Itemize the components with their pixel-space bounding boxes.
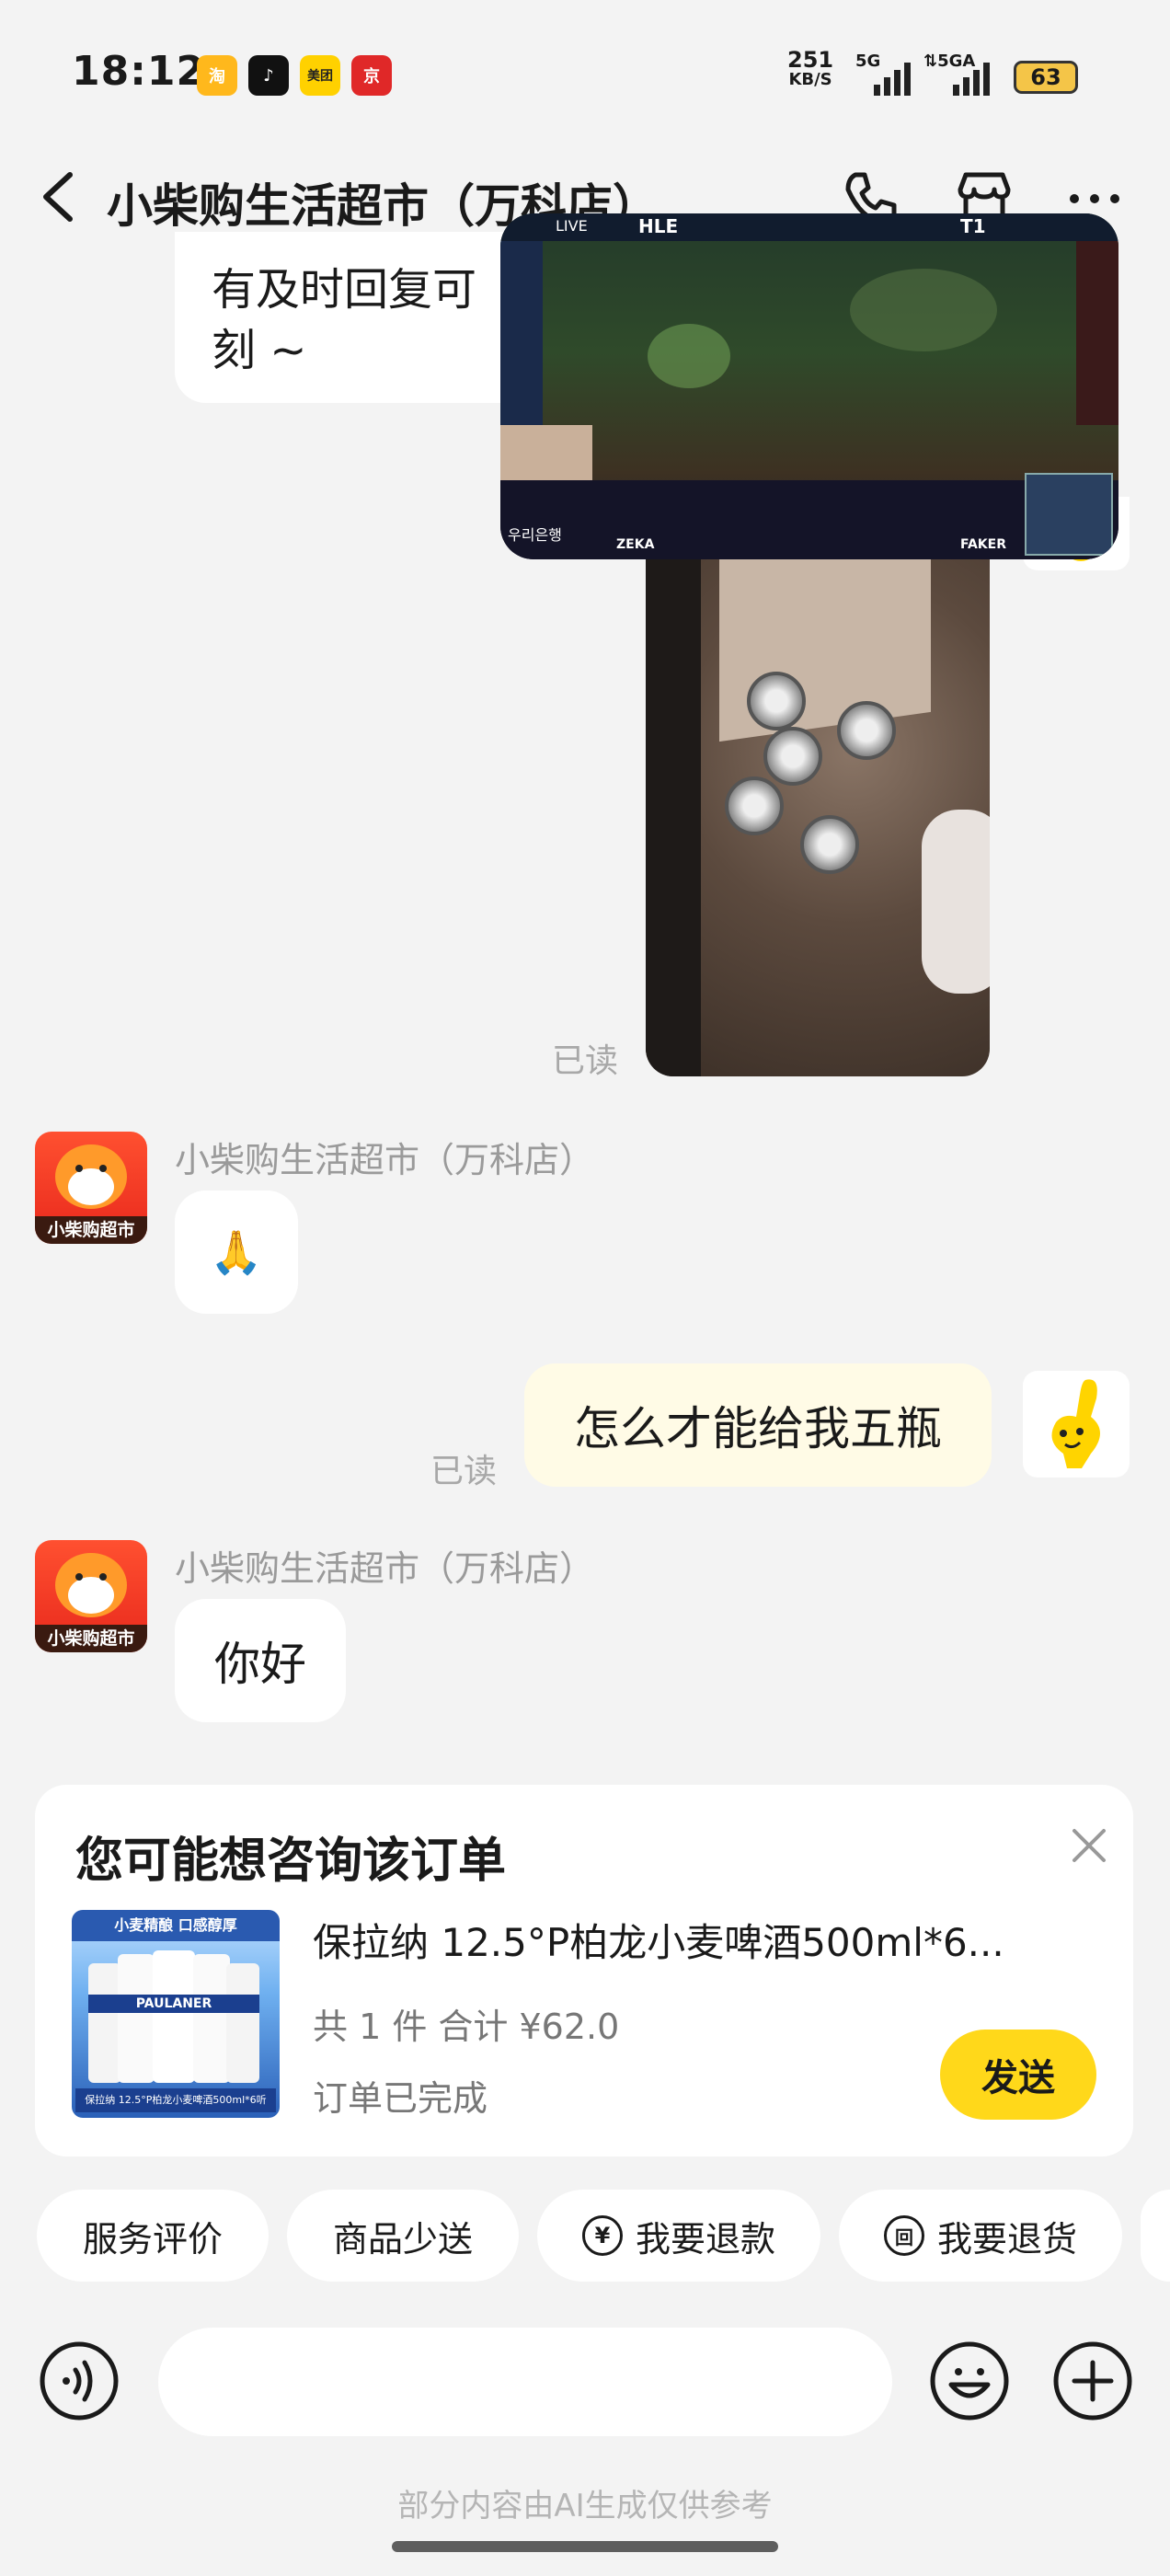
battery-indicator: 63 [1014, 61, 1078, 94]
team-left: HLE [638, 215, 679, 237]
user-message-bubble: 怎么才能给我五瓶 [524, 1363, 992, 1487]
chip-label: 我要退款 [635, 2218, 775, 2260]
thumb-banner: 小麦精酿 口感醇厚 [72, 1910, 280, 1941]
message-text: 你好 [214, 1638, 306, 1691]
home-indicator[interactable] [392, 2541, 778, 2552]
meituan-app-icon: 美团 [300, 55, 340, 96]
yuan-icon: ¥ [581, 2215, 623, 2256]
signal-5g-icon: 5G [855, 52, 914, 96]
shop-avatar[interactable]: 小柴购超市 [35, 1132, 147, 1244]
ai-disclaimer: 部分内容由AI生成仅供参考 [397, 2488, 773, 2524]
chip-more-partial[interactable] [1141, 2190, 1170, 2282]
chip-label: 我要退货 [936, 2218, 1077, 2260]
floating-video-player[interactable]: LIVE HLE T1 우리은행 ZEKA FAKER [500, 213, 1118, 559]
chip-missing-items[interactable]: 商品少送 [287, 2190, 519, 2282]
player-left: ZEKA [616, 537, 655, 552]
network-speed-unit: KB/S [788, 70, 832, 89]
order-suggestion-card: 您可能想咨询该订单 小麦精酿 口感醇厚 PAULANER 保拉纳 12.5°P柏… [35, 1785, 1133, 2156]
user-photo-message[interactable] [646, 534, 990, 1076]
send-order-button[interactable]: 发送 [940, 2030, 1096, 2120]
thumb-caption: 保拉纳 12.5°P柏龙小麦啤酒500ml*6听 [75, 2088, 276, 2112]
photo-can [837, 701, 896, 760]
message-text: 有及时回复可 [212, 264, 477, 316]
product-thumbnail[interactable]: 小麦精酿 口感醇厚 PAULANER 保拉纳 12.5°P柏龙小麦啤酒500ml… [72, 1910, 280, 2118]
minimap [1025, 473, 1113, 556]
return-icon: 回 [883, 2215, 924, 2256]
network-speed: 251 KB/S [787, 47, 834, 90]
shop-message-bubble: 你好 [175, 1599, 346, 1722]
network-speed-value: 251 [787, 47, 834, 73]
order-status: 订单已完成 [313, 2078, 488, 2119]
back-arrow-icon[interactable] [35, 169, 83, 224]
pray-emoji: 🙏 [210, 1226, 263, 1277]
close-icon[interactable] [1071, 1827, 1107, 1864]
shop-avatar-label: 小柴购超市 [35, 1216, 147, 1244]
photo-can [763, 727, 822, 786]
order-summary: 共 1 件 合计 ¥62.0 [313, 2007, 620, 2047]
photo-can [800, 815, 859, 874]
card-title: 您可能想咨询该订单 [75, 1834, 507, 1889]
message-text: 怎么才能给我五瓶 [574, 1402, 942, 1455]
player-right: FAKER [960, 537, 1006, 552]
signal-5ga-icon: ⇅5GA [923, 52, 997, 96]
product-title[interactable]: 保拉纳 12.5°P柏龙小麦啤酒500ml*6... [313, 1912, 1004, 1968]
add-icon[interactable] [1052, 2340, 1133, 2421]
photo-can [725, 776, 784, 835]
team-right: T1 [960, 215, 986, 237]
emoji-icon[interactable] [929, 2340, 1010, 2421]
chip-request-refund[interactable]: ¥ 我要退款 [537, 2190, 820, 2282]
chip-request-return[interactable]: 回 我要退货 [839, 2190, 1122, 2282]
shop-avatar[interactable]: 小柴购超市 [35, 1540, 147, 1652]
scoreboard-bottom: 우리은행 ZEKA FAKER [500, 473, 1118, 559]
streamer-cam [500, 425, 592, 480]
user-avatar[interactable] [1023, 1371, 1130, 1478]
message-text: 刻 ~ [212, 325, 307, 376]
jd-app-icon: 京 [351, 55, 392, 96]
read-status: 已读 [552, 1042, 619, 1080]
chip-service-review[interactable]: 服务评价 [37, 2190, 269, 2282]
sender-name: 小柴购生活超市（万科店） [175, 1140, 595, 1180]
sender-name: 小柴购生活超市（万科店） [175, 1548, 595, 1589]
photo-bag [922, 810, 990, 994]
taobao-app-icon: 淘 [197, 55, 237, 96]
voice-input-icon[interactable] [39, 2340, 120, 2421]
read-status: 已读 [430, 1453, 498, 1490]
chip-label: 商品少送 [332, 2218, 473, 2260]
message-input[interactable] [158, 2328, 892, 2436]
photo-table-leg [646, 534, 701, 1076]
shop-avatar-label: 小柴购超市 [35, 1625, 147, 1652]
photo-can [747, 672, 806, 730]
shop-message-bubble: 🙏 [175, 1190, 298, 1314]
scoreboard-top: LIVE HLE T1 [500, 213, 1118, 241]
team-left-portraits [500, 241, 543, 425]
douyin-app-icon: ♪ [248, 55, 289, 96]
thumb-brand: PAULANER [88, 1995, 259, 2013]
chip-label: 服务评价 [82, 2218, 223, 2260]
status-time: 18:12 [72, 48, 206, 95]
team-right-portraits [1076, 241, 1118, 425]
